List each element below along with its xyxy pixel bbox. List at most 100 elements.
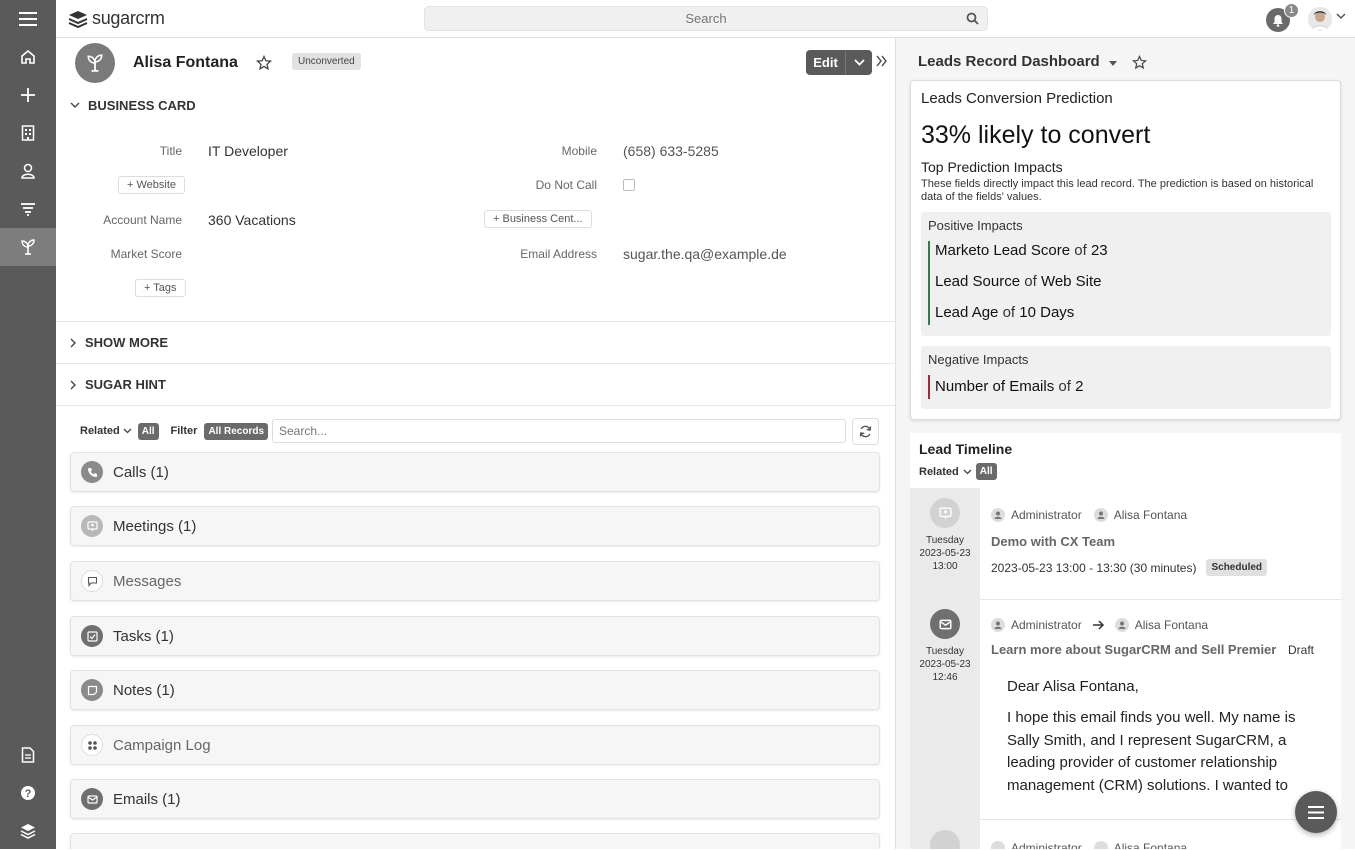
user-icon: [1114, 618, 1129, 632]
dashboard-pane: Leads Record Dashboard Leads Conversion …: [896, 38, 1355, 849]
dashboard-caret-down-icon[interactable]: [1109, 61, 1117, 66]
subpanel-messages-label: Messages: [113, 572, 182, 590]
favorite-star-icon[interactable]: [256, 55, 272, 71]
timeline-to-user[interactable]: Alisa Fontana: [1114, 841, 1187, 849]
email-body-preview: I hope this email finds you well. My nam…: [1007, 709, 1296, 794]
subpanel-calls[interactable]: Calls (1): [70, 452, 880, 492]
title-value[interactable]: IT Developer: [208, 143, 288, 159]
mobile-label: Mobile: [561, 144, 597, 158]
status-badge: Scheduled: [1206, 559, 1268, 576]
related-label: Related: [80, 425, 120, 437]
show-more-toggle[interactable]: SHOW MORE: [70, 335, 168, 350]
leads-icon[interactable]: [0, 228, 56, 266]
user-icon: [1093, 508, 1108, 522]
timeline-from-user[interactable]: Administrator: [1011, 618, 1082, 632]
business-card-section-header[interactable]: BUSINESS CARD: [70, 98, 196, 113]
mobile-value[interactable]: (658) 633-5285: [623, 143, 719, 159]
negative-impact-item: Number of Emails of 2: [935, 378, 1084, 395]
timeline-entry-participants: Administrator Alisa Fontana: [991, 618, 1208, 632]
timeline-to-user[interactable]: Alisa Fontana: [1114, 508, 1187, 522]
meeting-icon: [930, 498, 960, 528]
campaign-grid-icon: [81, 734, 103, 756]
positive-impacts-box: Positive Impacts Marketo Lead Score of 2…: [921, 212, 1331, 336]
subpanel-partial[interactable]: [70, 833, 880, 849]
divider: [56, 363, 895, 364]
related-search-input[interactable]: [272, 419, 846, 443]
search-icon[interactable]: [966, 12, 979, 25]
sugar-hint-label: SUGAR HINT: [85, 377, 166, 392]
floating-menu-button[interactable]: [1295, 791, 1337, 833]
quick-create-plus-icon[interactable]: [0, 76, 56, 114]
timeline-all-pill[interactable]: All: [975, 463, 997, 480]
title-label: Title: [159, 144, 182, 158]
menu-icon[interactable]: [0, 0, 56, 38]
account-name-value[interactable]: 360 Vacations: [208, 212, 296, 228]
global-search-input[interactable]: [425, 7, 987, 30]
timeline-related-filter[interactable]: Related All: [919, 463, 997, 480]
subpanel-messages[interactable]: Messages: [70, 561, 880, 601]
do-not-call-checkbox[interactable]: [623, 179, 635, 191]
dashboard-title[interactable]: Leads Record Dashboard: [918, 53, 1100, 70]
email-subject-link[interactable]: Learn more about SugarCRM and Sell Premi…: [991, 642, 1276, 657]
lead-timeline-dashlet: Lead Timeline Related All Tuesday 2023-05…: [910, 433, 1341, 849]
message-bubble-icon: [81, 570, 103, 592]
accounts-icon[interactable]: [0, 114, 56, 152]
reports-icon[interactable]: [0, 736, 56, 774]
add-tags-button[interactable]: + Tags: [135, 279, 186, 297]
negative-indicator-bar: [928, 375, 930, 399]
related-all-pill[interactable]: All: [137, 422, 159, 440]
negative-impacts-box: Negative Impacts Number of Emails of 2: [921, 346, 1331, 409]
svg-text:?: ?: [25, 788, 32, 800]
funnel-icon[interactable]: [0, 190, 56, 228]
timeline-entry-subject[interactable]: Demo with CX Team: [991, 534, 1115, 549]
task-checkbox-icon: [81, 625, 103, 647]
subpanel-tasks[interactable]: Tasks (1): [70, 616, 880, 656]
divider: [980, 599, 1341, 600]
actions-dropdown-chevron-icon[interactable]: [846, 59, 872, 66]
timeline-entry-duration: 2023-05-23 13:00 - 13:30 (30 minutes): [991, 560, 1197, 575]
edit-button[interactable]: Edit: [806, 50, 872, 75]
timeline-from-user[interactable]: Administrator: [1011, 841, 1082, 849]
timeline-related-label: Related: [919, 465, 959, 478]
dashboard-favorite-star-icon[interactable]: [1132, 55, 1147, 70]
sugarcrm-logo[interactable]: sugarcrm: [68, 8, 165, 29]
timeline-from-user[interactable]: Administrator: [1011, 508, 1082, 522]
home-icon[interactable]: [0, 38, 56, 76]
edit-button-label: Edit: [806, 50, 846, 75]
email-address-value[interactable]: sugar.the.qa@example.de: [623, 246, 787, 262]
timeline-entry-date: Tuesday 2023-05-23 12:46: [919, 646, 971, 683]
add-business-center-button[interactable]: + Business Cent...: [484, 210, 592, 228]
positive-impact-item: Lead Age of 10 Days: [935, 304, 1075, 321]
global-search[interactable]: [424, 6, 988, 31]
layers-icon[interactable]: [0, 812, 56, 850]
filter-label: Filter: [170, 425, 198, 437]
user-avatar[interactable]: [1308, 7, 1332, 31]
arrow-right-icon: [1092, 620, 1104, 630]
all-records-pill[interactable]: All Records: [204, 422, 269, 440]
toggle-dashboard-double-chevron-icon[interactable]: [876, 55, 888, 67]
top-impacts-description: These fields directly impact this lead r…: [921, 178, 1314, 203]
refresh-button[interactable]: [852, 418, 879, 445]
status-badge: Unconverted: [292, 53, 361, 70]
meeting-icon: [81, 515, 103, 537]
subpanel-campaign-log[interactable]: Campaign Log: [70, 725, 880, 765]
refresh-icon: [859, 425, 872, 438]
subpanel-meetings[interactable]: Meetings (1): [70, 506, 880, 546]
positive-impact-item: Marketo Lead Score of 23: [935, 242, 1108, 259]
add-website-button[interactable]: + Website: [118, 176, 186, 194]
chevron-down-icon: [70, 102, 80, 108]
timeline-entry-participants: Administrator Alisa Fontana: [991, 508, 1187, 522]
logo-icon: [68, 10, 88, 28]
contacts-icon[interactable]: [0, 152, 56, 190]
email-address-label: Email Address: [520, 247, 597, 261]
sugar-hint-toggle[interactable]: SUGAR HINT: [70, 377, 166, 392]
subpanel-emails[interactable]: Emails (1): [70, 779, 880, 819]
record-view: Alisa Fontana Unconverted Edit BUSINESS …: [56, 38, 896, 849]
timeline-to-user[interactable]: Alisa Fontana: [1135, 618, 1208, 632]
help-icon[interactable]: ?: [0, 774, 56, 812]
subpanel-notes[interactable]: Notes (1): [70, 670, 880, 710]
user-menu-chevron-icon[interactable]: [1336, 13, 1346, 20]
subpanel-calls-label: Calls (1): [113, 463, 169, 481]
menu-icon: [1308, 805, 1324, 819]
related-dropdown[interactable]: Related: [80, 425, 132, 437]
